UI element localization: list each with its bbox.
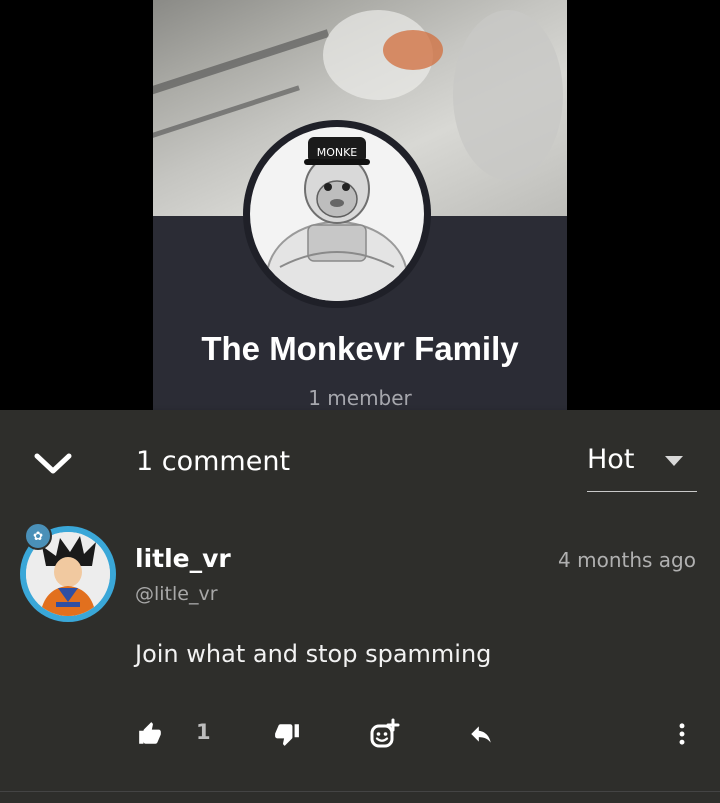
more-vertical-icon bbox=[679, 723, 685, 745]
thumbs-down-icon bbox=[275, 724, 299, 746]
comment-username[interactable]: litle_vr bbox=[135, 544, 231, 573]
comment-actions: 1 bbox=[0, 714, 720, 754]
comment-handle[interactable]: @litle_vr bbox=[135, 583, 218, 605]
comment-timestamp: 4 months ago bbox=[558, 548, 696, 572]
like-count: 1 bbox=[196, 720, 211, 744]
add-reaction-icon bbox=[370, 718, 400, 748]
thumbs-up-icon bbox=[139, 722, 161, 744]
add-reaction-button[interactable] bbox=[368, 714, 400, 754]
more-options-button[interactable] bbox=[668, 714, 696, 754]
like-button[interactable] bbox=[137, 714, 163, 754]
chevron-down-icon[interactable] bbox=[32, 450, 74, 478]
comment-count: 1 comment bbox=[136, 446, 291, 477]
user-badge-icon: ✿ bbox=[24, 522, 52, 550]
reply-icon bbox=[471, 726, 491, 743]
monkey-avatar-image: MONKE bbox=[250, 127, 424, 301]
comment-item: ✿ litle_vr @litle_vr 4 months ago Join w… bbox=[0, 514, 720, 803]
sort-selected-value: Hot bbox=[587, 444, 635, 475]
comments-header: 1 comment Hot bbox=[0, 410, 720, 514]
reply-button[interactable] bbox=[466, 714, 496, 754]
divider bbox=[0, 791, 720, 792]
caret-down-icon bbox=[665, 456, 683, 466]
group-avatar: MONKE bbox=[243, 120, 431, 308]
cap-label: MONKE bbox=[317, 146, 358, 159]
group-member-count: 1 member bbox=[308, 386, 412, 410]
sort-dropdown[interactable]: Hot bbox=[587, 440, 697, 492]
comment-body: Join what and stop spamming bbox=[135, 640, 492, 668]
media-preview: MONKE The Monkevr Family 1 member bbox=[0, 0, 720, 410]
group-title: The Monkevr Family bbox=[201, 330, 519, 367]
dislike-button[interactable] bbox=[274, 714, 300, 754]
